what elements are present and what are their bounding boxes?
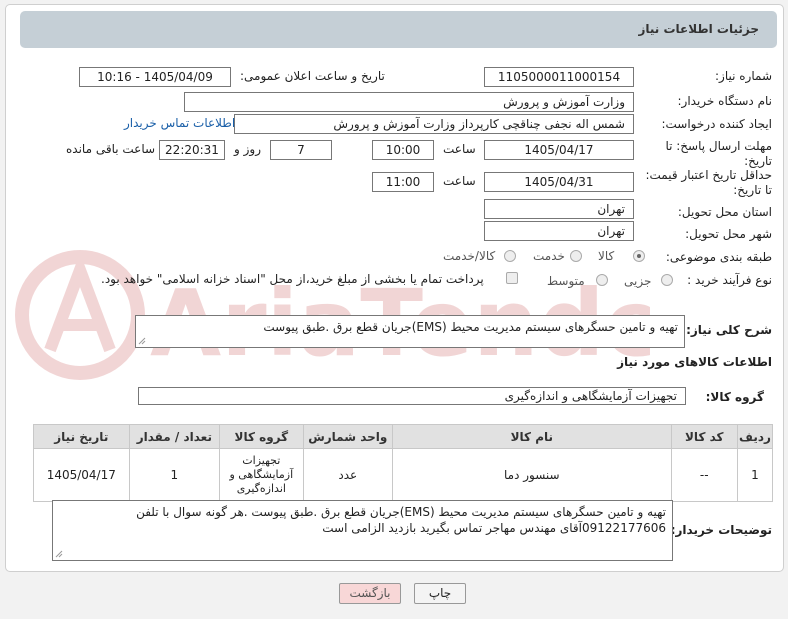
col-header-date: تاریخ نیاز xyxy=(33,424,130,449)
cell-group: تجهیزات آزمایشگاهی و اندازه‌گیری xyxy=(219,448,304,502)
treasury-payment-checkbox[interactable] xyxy=(506,272,518,284)
items-table: ردیف کد کالا نام کالا واحد شمارش گروه کا… xyxy=(33,424,774,502)
col-header-group: گروه کالا xyxy=(219,424,304,449)
creator-label: ایجاد کننده درخواست: xyxy=(661,117,772,131)
goods-group-label: گروه کالا: xyxy=(705,390,764,404)
goods-group-field: تجهیزات آزمایشگاهی و اندازه‌گیری xyxy=(138,387,686,405)
city-field: تهران xyxy=(484,221,634,241)
cell-name: سنسور دما xyxy=(392,448,672,502)
cell-qty: 1 xyxy=(128,448,221,502)
print-button[interactable]: چاپ xyxy=(414,583,466,604)
deadline-time-field: 10:00 xyxy=(372,140,434,160)
buyer-org-label: نام دستگاه خریدار: xyxy=(677,94,773,108)
col-header-qty: تعداد / مقدار xyxy=(128,424,221,449)
cell-unit: عدد xyxy=(302,448,394,502)
description-textarea[interactable]: تهیه و تامین حسگرهای سیستم مدیریت محیط (… xyxy=(135,315,685,348)
cell-date: 1405/04/17 xyxy=(33,448,130,502)
resize-grip-icon[interactable] xyxy=(138,337,146,345)
buyer-contact-link[interactable]: اطلاعات تماس خریدار xyxy=(124,116,235,130)
category-label: طبقه بندی موضوعی: xyxy=(665,250,772,264)
col-header-name: نام کالا xyxy=(392,424,672,449)
process-option-medium: متوسط xyxy=(547,274,585,288)
deadline-date-field: 1405/04/17 xyxy=(484,140,634,160)
col-header-unit: واحد شمارش xyxy=(302,424,394,449)
buyer-notes-text: تهیه و تامین حسگرهای سیستم مدیریت محیط (… xyxy=(136,505,666,535)
category-option-goods: کالا xyxy=(598,249,615,263)
need-number-label: شماره نیاز: xyxy=(715,69,772,83)
deadline-label: مهلت ارسال پاسخ: تا تاریخ: xyxy=(665,139,772,168)
buyer-notes-textarea[interactable]: تهیه و تامین حسگرهای سیستم مدیریت محیط (… xyxy=(52,500,673,561)
remaining-time-field: 22:20:31 xyxy=(159,140,225,160)
col-header-row-number: ردیف xyxy=(736,424,774,449)
province-label: استان محل تحویل: xyxy=(677,205,772,219)
page-title: جزئیات اطلاعات نیاز xyxy=(638,22,759,36)
resize-grip-icon[interactable] xyxy=(55,550,63,558)
remaining-label: ساعت باقی مانده xyxy=(66,142,156,156)
deadline-time-label: ساعت xyxy=(443,142,476,156)
cell-code: -- xyxy=(670,448,738,502)
validity-time-label: ساعت xyxy=(443,174,476,188)
announce-label: تاریخ و ساعت اعلان عمومی: xyxy=(240,69,385,83)
validity-label: حداقل تاریخ اعتبار قیمت: تا تاریخ: xyxy=(645,168,772,197)
description-label: شرح کلی نیاز: xyxy=(686,323,772,337)
category-radio-goods[interactable] xyxy=(633,250,645,262)
col-header-code: کد کالا xyxy=(670,424,738,449)
goods-info-heading: اطلاعات کالاهای مورد نیاز xyxy=(617,355,772,369)
city-label: شهر محل تحویل: xyxy=(685,227,772,241)
panel-header: جزئیات اطلاعات نیاز xyxy=(20,11,777,48)
buyer-org-field: وزارت آموزش و پرورش xyxy=(184,92,634,112)
table-header-row: ردیف کد کالا نام کالا واحد شمارش گروه کا… xyxy=(33,424,774,449)
creator-field: شمس اله نجفی چناقچی کارپرداز وزارت آموزش… xyxy=(234,114,634,134)
process-option-minor: جزیی xyxy=(624,274,652,288)
buyer-notes-label: توضیحات خریدار: xyxy=(670,523,772,537)
process-radio-minor[interactable] xyxy=(661,274,673,286)
process-radio-medium[interactable] xyxy=(596,274,608,286)
back-button[interactable]: بازگشت xyxy=(339,583,401,604)
cell-row-number: 1 xyxy=(736,448,774,502)
category-option-service: خدمت xyxy=(533,249,565,263)
table-row[interactable]: 1 -- سنسور دما عدد تجهیزات آزمایشگاهی و … xyxy=(33,448,774,502)
category-option-goods-service: کالا/خدمت xyxy=(443,249,496,263)
category-radio-service[interactable] xyxy=(570,250,582,262)
process-label: نوع فرآیند خرید : xyxy=(687,273,772,287)
announce-field: 1405/04/09 - 10:16 xyxy=(79,67,231,87)
category-radio-goods-service[interactable] xyxy=(504,250,516,262)
province-field: تهران xyxy=(484,199,634,219)
days-field: 7 xyxy=(270,140,332,160)
validity-date-field: 1405/04/31 xyxy=(484,172,634,192)
days-label: روز و xyxy=(234,142,261,156)
description-text: تهیه و تامین حسگرهای سیستم مدیریت محیط (… xyxy=(263,320,678,334)
payment-note: پرداخت تمام یا بخشی از مبلغ خرید،از محل … xyxy=(101,272,484,286)
need-number-field: 1105000011000154 xyxy=(484,67,634,87)
validity-time-field: 11:00 xyxy=(372,172,434,192)
